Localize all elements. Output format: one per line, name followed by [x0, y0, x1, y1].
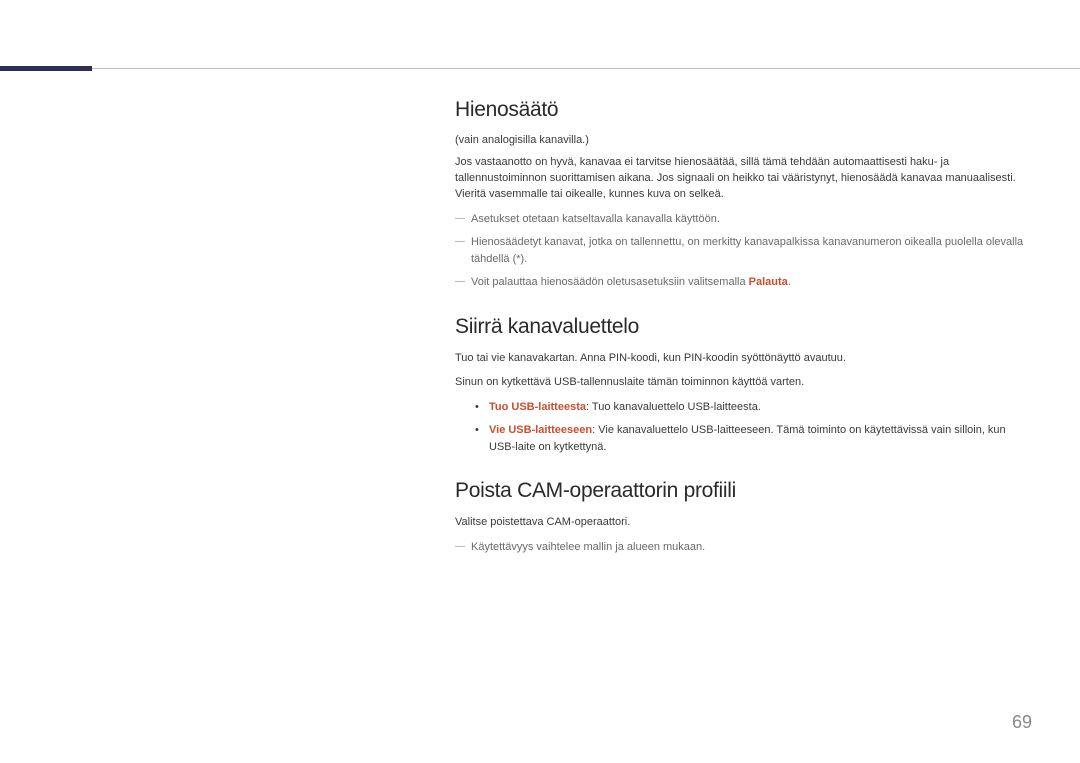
section3-note-1: Käytettävyys vaihtelee mallin ja alueen … — [455, 539, 1030, 556]
section2-title: Siirrä kanavaluettelo — [455, 315, 1030, 339]
section3-body: Valitse poistettava CAM-operaattori. — [455, 515, 1030, 531]
section1-note-2: Hienosäädetyt kanavat, jotka on tallenne… — [455, 234, 1030, 267]
section2-bullet-1-highlight: Tuo USB-laitteesta — [489, 401, 586, 413]
section1-title: Hienosäätö — [455, 98, 1030, 122]
section1-body: Jos vastaanotto on hyvä, kanavaa ei tarv… — [455, 155, 1030, 203]
section2-bullet-1: Tuo USB-laitteesta: Tuo kanavaluettelo U… — [475, 399, 1030, 416]
section1-note-3-post: . — [788, 276, 791, 288]
section1-note-3-pre: Voit palauttaa hienosäädön oletusasetuks… — [471, 276, 749, 288]
section2-bullets: Tuo USB-laitteesta: Tuo kanavaluettelo U… — [455, 399, 1030, 456]
section1-note-3: Voit palauttaa hienosäädön oletusasetuks… — [455, 274, 1030, 291]
section2-bullet-1-text: : Tuo kanavaluettelo USB-laitteesta. — [586, 401, 761, 413]
section1-subnote: (vain analogisilla kanavilla.) — [455, 134, 1030, 146]
header-rule — [0, 68, 1080, 69]
section2-bullet-2-highlight: Vie USB-laitteeseen — [489, 424, 592, 436]
page-number: 69 — [1012, 712, 1032, 733]
section2-body-2: Sinun on kytkettävä USB-tallennuslaite t… — [455, 375, 1030, 391]
section1-note-1: Asetukset otetaan katseltavalla kanavall… — [455, 211, 1030, 228]
section2-bullet-2: Vie USB-laitteeseen: Vie kanavaluettelo … — [475, 422, 1030, 455]
section3-title: Poista CAM-operaattorin profiili — [455, 479, 1030, 503]
main-content: Hienosäätö (vain analogisilla kanavilla.… — [455, 98, 1030, 563]
section2-body-1: Tuo tai vie kanavakartan. Anna PIN-koodi… — [455, 351, 1030, 367]
section1-notes: Asetukset otetaan katseltavalla kanavall… — [455, 211, 1030, 291]
section1-note-3-highlight: Palauta — [749, 276, 788, 288]
header-rule-accent — [0, 66, 92, 71]
section3-notes: Käytettävyys vaihtelee mallin ja alueen … — [455, 539, 1030, 556]
